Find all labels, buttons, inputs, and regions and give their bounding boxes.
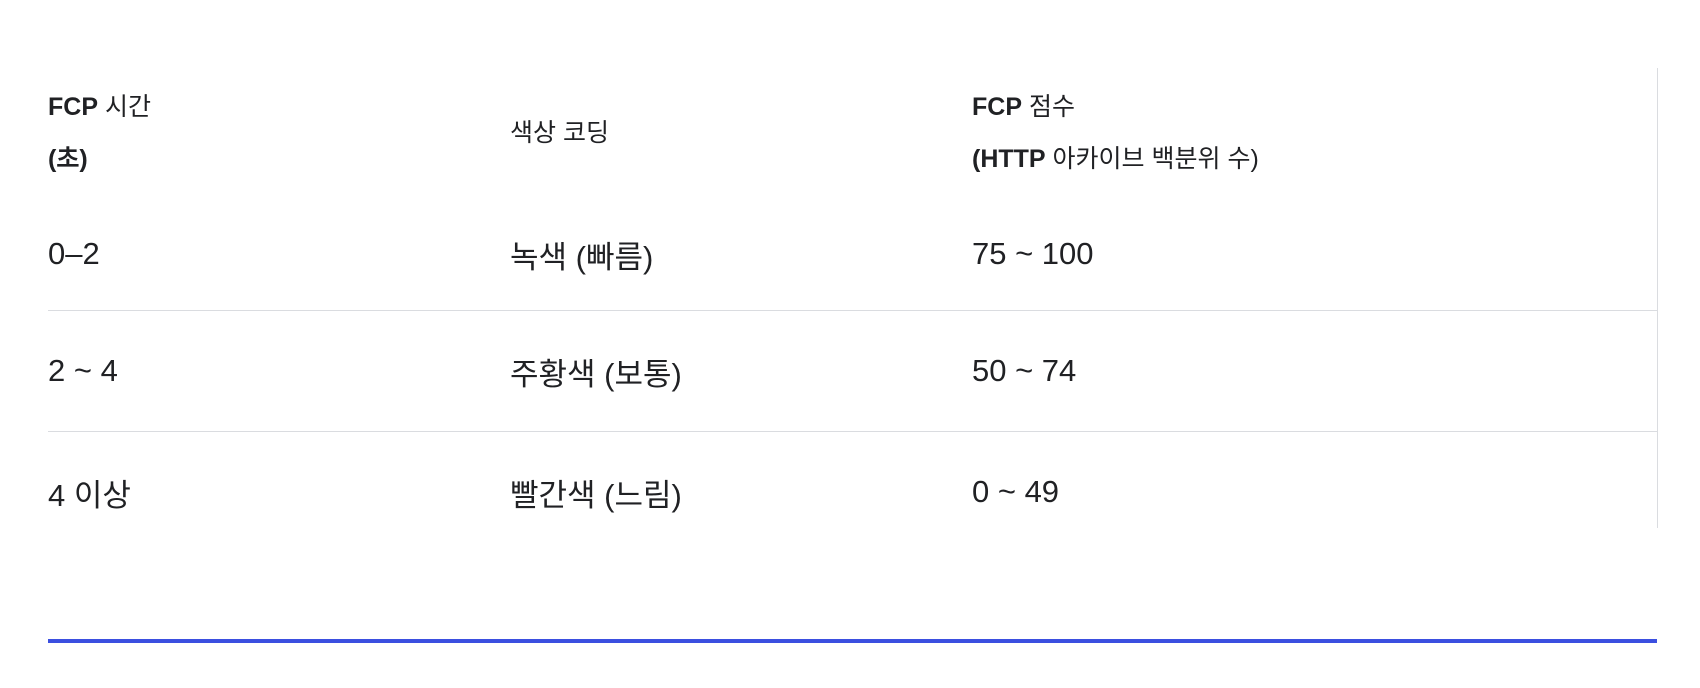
table-row: 4 이상 빨간색 (느림) 0 ~ 49 bbox=[48, 432, 1657, 553]
fcp-score-table: FCP 시간 (초) 색상 코딩 FCP 점수 (HTTP 아카이브 백분위 수… bbox=[48, 68, 1657, 552]
header-fcp-score-bold: FCP bbox=[972, 93, 1022, 121]
cell-color: 녹색 (빠름) bbox=[510, 198, 972, 311]
cell-time: 4 이상 bbox=[48, 477, 131, 513]
header-row: FCP 시간 (초) 색상 코딩 FCP 점수 (HTTP 아카이브 백분위 수… bbox=[48, 68, 1657, 198]
cell-time: 2 ~ 4 bbox=[48, 310, 510, 432]
header-fcp-score-archive: 아카이브 백분위 수) bbox=[1045, 145, 1259, 173]
header-fcp-score-rest: 점수 bbox=[1022, 93, 1075, 121]
header-fcp-time-unit: (초) bbox=[48, 145, 88, 173]
table-row: 2 ~ 4 주황색 (보통) 50 ~ 74 bbox=[48, 310, 1657, 432]
header-fcp-score: FCP 점수 (HTTP 아카이브 백분위 수) bbox=[972, 68, 1657, 198]
header-color-coding-label: 색상 코딩 bbox=[510, 119, 609, 147]
header-fcp-time: FCP 시간 (초) bbox=[48, 68, 510, 198]
header-fcp-score-http: HTTP bbox=[980, 145, 1046, 173]
cell-time: 0–2 bbox=[48, 198, 510, 311]
cell-score: 50 ~ 74 bbox=[972, 310, 1657, 432]
cell-score: 0 ~ 49 bbox=[972, 474, 1060, 509]
header-fcp-time-rest: 시간 bbox=[98, 93, 151, 121]
fcp-score-table-container: FCP 시간 (초) 색상 코딩 FCP 점수 (HTTP 아카이브 백분위 수… bbox=[48, 68, 1658, 528]
cell-color: 빨간색 (느림) bbox=[510, 477, 682, 513]
section-divider-rule bbox=[48, 639, 1657, 643]
table-row: 0–2 녹색 (빠름) 75 ~ 100 bbox=[48, 198, 1657, 311]
cell-color: 주황색 (보통) bbox=[510, 310, 972, 432]
cell-score: 75 ~ 100 bbox=[972, 198, 1657, 311]
table-header: FCP 시간 (초) 색상 코딩 FCP 점수 (HTTP 아카이브 백분위 수… bbox=[48, 68, 1657, 198]
table-body: 0–2 녹색 (빠름) 75 ~ 100 2 ~ 4 주황색 (보통) 50 ~… bbox=[48, 198, 1657, 552]
header-color-coding: 색상 코딩 bbox=[510, 68, 972, 198]
header-fcp-time-bold: FCP bbox=[48, 93, 98, 121]
